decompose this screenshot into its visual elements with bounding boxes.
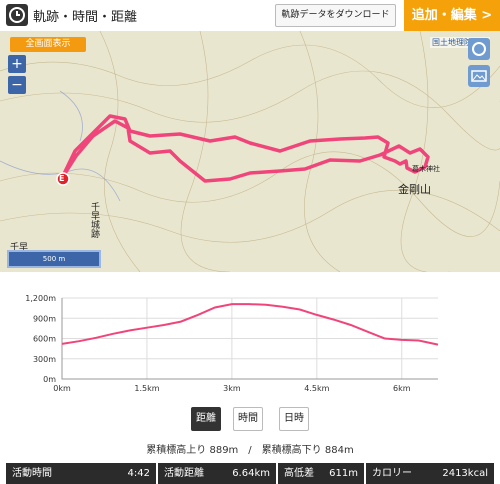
x-tick-label: 0km	[53, 384, 71, 393]
zoom-in-button[interactable]: +	[8, 55, 26, 73]
map-scale: 500 m	[7, 250, 101, 268]
stat-elevation-diff: 高低差 611m	[278, 463, 366, 484]
add-edit-button[interactable]: 追加・編集 >	[404, 0, 500, 31]
elevation-summary: 累積標高上り 889m / 累積標高下り 884m	[146, 445, 354, 456]
x-tick-label: 3km	[223, 384, 241, 393]
stat-label: 活動時間	[12, 468, 52, 479]
route-map[interactable]: E 全画面表示 + − 国土地理院地図 千早城跡 千早 金剛山 葛木神社 500…	[0, 31, 500, 272]
map-canvas	[0, 31, 500, 272]
x-tick-label: 1.5km	[134, 384, 159, 393]
fullscreen-button[interactable]: 全画面表示	[10, 37, 86, 52]
y-tick-label: 900m	[33, 314, 56, 323]
stat-label: 高低差	[284, 468, 314, 479]
stat-label: 活動距離	[164, 468, 204, 479]
stat-distance: 活動距離 6.64km	[158, 463, 278, 484]
y-tick-label: 1,200m	[25, 294, 56, 303]
tab-time[interactable]: 時間	[233, 407, 263, 431]
stats-bar: 活動時間 4:42 活動距離 6.64km 高低差 611m カロリー 2413…	[0, 463, 500, 484]
track-line	[60, 114, 430, 183]
y-tick-label: 300m	[33, 355, 56, 364]
start-marker-label: E	[59, 174, 65, 183]
refresh-icon[interactable]	[468, 38, 490, 60]
y-tick-label: 0m	[43, 375, 56, 384]
stat-value: 4:42	[127, 468, 150, 479]
map-place-kongosan: 金剛山	[398, 183, 431, 196]
clock-icon	[6, 4, 28, 26]
x-tick-label: 6km	[393, 384, 411, 393]
stat-value: 611m	[329, 468, 358, 479]
stat-label: カロリー	[372, 468, 412, 479]
download-track-button[interactable]: 軌跡データをダウンロード	[275, 4, 396, 27]
tab-distance[interactable]: 距離	[191, 407, 221, 431]
tab-datetime[interactable]: 日時	[279, 407, 309, 431]
stat-calories: カロリー 2413kcal	[366, 463, 496, 484]
map-place-katsuragi: 葛木神社	[412, 165, 440, 173]
y-tick-label: 600m	[33, 335, 56, 344]
elevation-chart: 0m 300m 600m 900m 1,200m 0km 1.5km 3km 4.5km 6km	[25, 294, 439, 393]
map-place-chihayajo: 千早城跡	[89, 202, 99, 238]
x-tick-label: 4.5km	[304, 384, 329, 393]
stat-value: 6.64km	[232, 468, 270, 479]
page-title: 軌跡・時間・距離	[33, 10, 138, 25]
stat-value: 2413kcal	[442, 468, 488, 479]
page-header: 軌跡・時間・距離 軌跡データをダウンロード 追加・編集 >	[0, 0, 500, 32]
image-icon[interactable]	[468, 65, 490, 87]
stat-activity-time: 活動時間 4:42	[6, 463, 158, 484]
zoom-out-button[interactable]: −	[8, 76, 26, 94]
